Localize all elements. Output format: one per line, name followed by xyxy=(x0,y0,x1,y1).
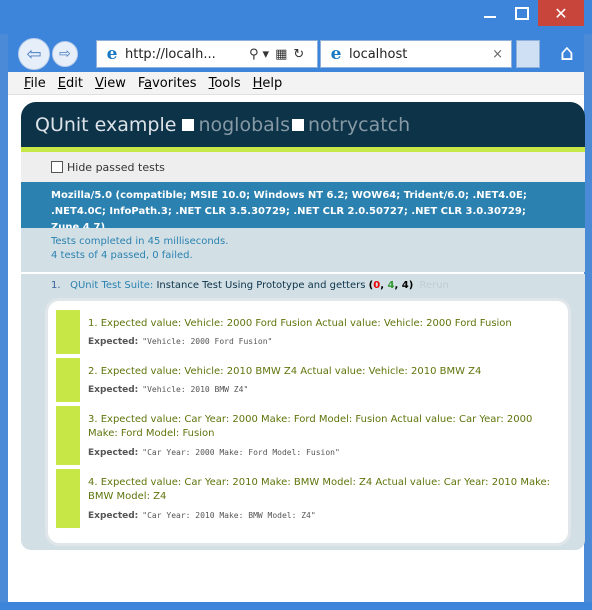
search-icon[interactable]: ⚲ xyxy=(249,47,259,62)
user-agent-banner: Mozilla/5.0 (compatible; MSIE 10.0; Wind… xyxy=(21,182,585,233)
passed-count: 4 xyxy=(387,280,395,291)
qunit-title[interactable]: QUnit example xyxy=(35,114,176,136)
expected-label: Expected: xyxy=(88,448,139,458)
failed-count: 0 xyxy=(373,280,381,291)
tab-localhost[interactable]: e localhost × xyxy=(320,40,512,68)
assertion-item: 3. Expected value: Car Year: 2000 Make: … xyxy=(56,406,560,465)
menu-tools-label: ools xyxy=(214,75,241,91)
tab-close-icon[interactable]: × xyxy=(492,47,503,62)
test-list: 1. QUnit Test Suite: Instance Test Using… xyxy=(21,274,585,550)
close-button[interactable]: ✕ xyxy=(538,0,584,26)
qunit-toolbar: Hide passed tests xyxy=(21,152,585,182)
pass-marker xyxy=(56,469,80,528)
expected-value: "Car Year: 2010 Make: BMW Model: Z4" xyxy=(142,511,316,520)
suite-module: QUnit Test Suite: xyxy=(70,280,154,291)
forward-arrow-icon: ⇨ xyxy=(59,46,71,62)
navigation-bar: ⇦ ⇨ e http://localh... ⚲ ▾ ▦ ↻ e localho… xyxy=(8,34,584,72)
test-summary: Tests completed in 45 milliseconds. 4 te… xyxy=(21,228,585,272)
suite-test-name: Instance Test Using Prototype and getter… xyxy=(156,280,366,291)
refresh-icon[interactable]: ↻ xyxy=(293,47,304,62)
tab-title: localhost xyxy=(349,46,408,62)
assertion-item: 4. Expected value: Car Year: 2010 Make: … xyxy=(56,469,560,528)
new-tab-button[interactable] xyxy=(516,40,540,68)
notrycatch-option[interactable]: notrycatch xyxy=(291,113,411,136)
menu-file-label: ile xyxy=(30,75,46,91)
menu-edit-key: E xyxy=(57,75,66,91)
expected-value: "Vehicle: 2000 Ford Fusion" xyxy=(142,337,273,346)
pass-marker xyxy=(56,358,80,402)
dropdown-icon[interactable]: ▾ xyxy=(263,47,270,62)
menu-tools[interactable]: Tools xyxy=(209,76,241,91)
expected-label: Expected: xyxy=(88,337,139,347)
hide-passed-checkbox[interactable] xyxy=(51,161,63,173)
total-count: 4 xyxy=(401,280,409,291)
home-icon[interactable]: ⌂ xyxy=(554,40,580,66)
hide-passed-label[interactable]: Hide passed tests xyxy=(67,161,165,174)
menu-file[interactable]: File xyxy=(24,76,46,91)
assertion-item: 2. Expected value: Vehicle: 2010 BMW Z4 … xyxy=(56,358,560,402)
page-content: QUnit example noglobals notrycatch Hide … xyxy=(8,95,585,602)
menu-help[interactable]: Help xyxy=(253,76,283,91)
tab-ie-logo-icon: e xyxy=(330,44,342,64)
notrycatch-checkbox[interactable] xyxy=(291,118,304,131)
pass-marker xyxy=(56,310,80,354)
assertion-message: 2. Expected value: Vehicle: 2010 BMW Z4 … xyxy=(88,366,482,377)
expected-label: Expected: xyxy=(88,385,139,395)
title-bar: ✕ xyxy=(0,0,592,34)
menu-help-key: H xyxy=(252,75,263,91)
noglobals-label: noglobals xyxy=(198,113,290,136)
minimize-button[interactable] xyxy=(474,0,506,26)
rerun-link[interactable]: Rerun xyxy=(419,280,448,291)
suite-counts: (0, 4, 4) xyxy=(368,280,414,291)
menu-help-label: elp xyxy=(262,75,283,91)
window-frame-bottom xyxy=(0,602,592,610)
close-icon: ✕ xyxy=(554,3,568,23)
maximize-icon xyxy=(515,6,529,20)
qunit-header: QUnit example noglobals notrycatch xyxy=(21,102,585,147)
menu-favorites-label: vorites xyxy=(152,75,197,91)
forward-button[interactable]: ⇨ xyxy=(52,41,78,67)
menu-view-label: iew xyxy=(103,75,126,91)
menu-edit[interactable]: Edit xyxy=(58,76,83,91)
test-suite-header[interactable]: 1. QUnit Test Suite: Instance Test Using… xyxy=(51,280,449,291)
address-text[interactable]: http://localh... xyxy=(125,47,241,62)
compatibility-view-icon[interactable]: ▦ xyxy=(275,47,287,62)
menu-view-key: V xyxy=(94,75,104,91)
assertion-message: 1. Expected value: Vehicle: 2000 Ford Fu… xyxy=(88,318,512,329)
assertion-expected: Expected: "Vehicle: 2000 Ford Fusion" xyxy=(88,337,272,347)
expected-value: "Car Year: 2000 Make: Ford Model: Fusion… xyxy=(142,448,340,457)
menu-favorites[interactable]: Favorites xyxy=(138,76,197,91)
suite-index: 1. xyxy=(51,280,61,291)
assertion-message: 3. Expected value: Car Year: 2000 Make: … xyxy=(88,414,533,439)
minimize-icon xyxy=(484,16,496,18)
address-bar[interactable]: e http://localh... ⚲ ▾ ▦ ↻ xyxy=(96,40,318,68)
back-button[interactable]: ⇦ xyxy=(18,38,50,70)
summary-time: Tests completed in 45 milliseconds. xyxy=(51,236,229,247)
noglobals-option[interactable]: noglobals xyxy=(182,114,290,136)
pass-marker xyxy=(56,406,80,465)
assertion-expected: Expected: "Car Year: 2010 Make: BMW Model… xyxy=(88,511,316,521)
back-arrow-icon: ⇦ xyxy=(26,43,42,65)
qunit-report: QUnit example noglobals notrycatch Hide … xyxy=(21,102,585,550)
ie-logo-icon: e xyxy=(106,44,118,64)
assertion-list: 1. Expected value: Vehicle: 2000 Ford Fu… xyxy=(45,298,571,546)
assertion-expected: Expected: "Car Year: 2000 Make: Ford Mode… xyxy=(88,448,340,458)
menu-view[interactable]: View xyxy=(95,76,126,91)
maximize-button[interactable] xyxy=(506,0,538,26)
browser-window: ✕ ⇦ ⇨ e http://localh... ⚲ ▾ ▦ ↻ e local… xyxy=(0,0,592,610)
menu-bar: File Edit View Favorites Tools Help xyxy=(8,72,584,95)
expected-label: Expected: xyxy=(88,511,139,521)
assertion-expected: Expected: "Vehicle: 2010 BMW Z4" xyxy=(88,385,248,395)
notrycatch-label: notrycatch xyxy=(307,113,411,136)
assertion-item: 1. Expected value: Vehicle: 2000 Ford Fu… xyxy=(56,310,560,354)
summary-counts: 4 tests of 4 passed, 0 failed. xyxy=(51,250,193,261)
menu-favorites-key: a xyxy=(144,75,153,91)
assertion-message: 4. Expected value: Car Year: 2010 Make: … xyxy=(88,477,551,502)
expected-value: "Vehicle: 2010 BMW Z4" xyxy=(142,385,249,394)
noglobals-checkbox[interactable] xyxy=(182,118,195,131)
menu-edit-label: dit xyxy=(66,75,83,91)
